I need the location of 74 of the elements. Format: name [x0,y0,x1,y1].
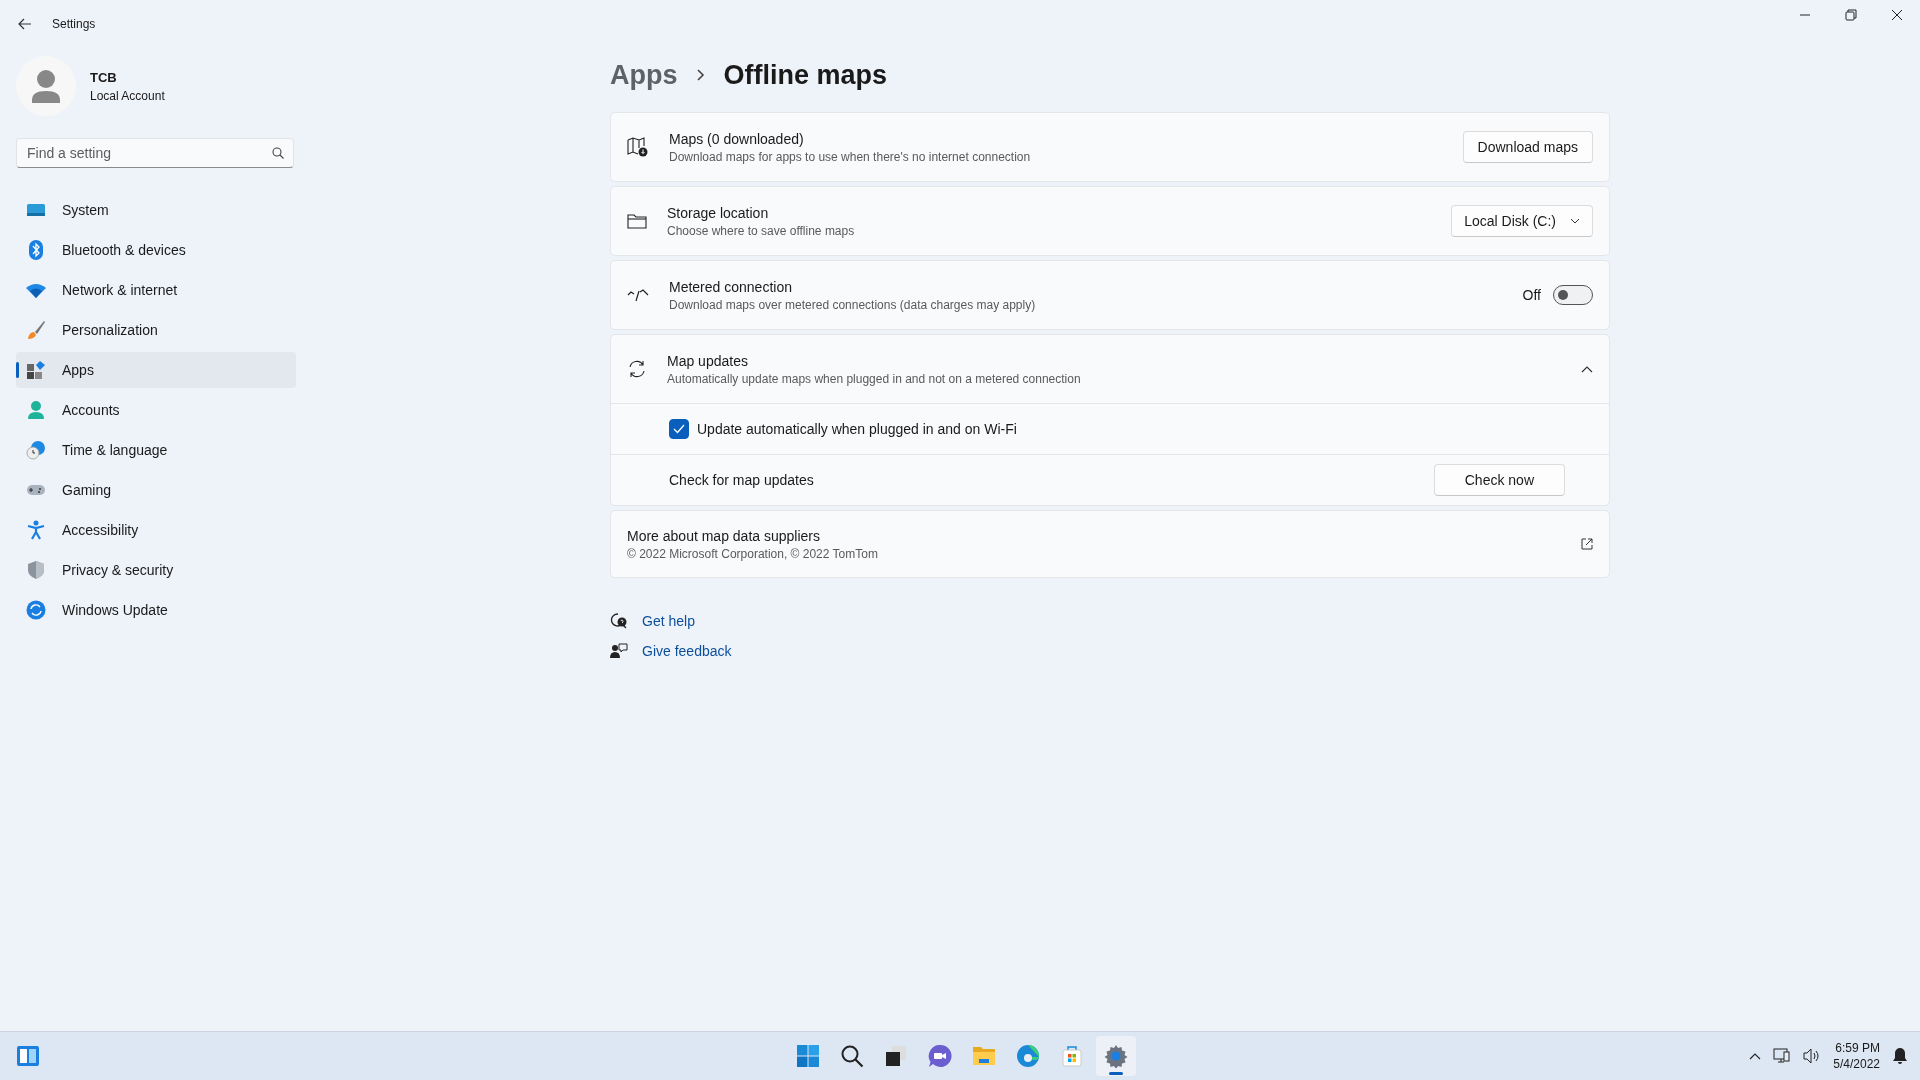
setting-description: © 2022 Microsoft Corporation, © 2022 TomTom [627,546,879,561]
nav-item[interactable]: Time & language [16,432,296,468]
nav-item[interactable]: Privacy & security [16,552,296,588]
setting-title: Maps (0 downloaded) [669,130,805,147]
chevron-up-icon[interactable] [1749,1052,1762,1060]
bell-icon[interactable] [1892,1047,1908,1065]
setting-description: Download maps over metered connections (data charges may apply) [669,297,1037,312]
search-icon [272,147,284,159]
nav-item[interactable]: Network & internet [16,272,296,308]
setting-description: Download maps for apps to use when there's no internet connection [669,149,1032,164]
breadcrumb-link[interactable]: Apps [610,59,678,91]
external-link-icon [1581,538,1593,550]
accessibility-icon [26,520,46,540]
chevron-up-icon[interactable] [1581,365,1593,373]
setting-title: Storage location [667,204,770,221]
nav-item[interactable]: Personalization [16,312,296,348]
account-type: Local Account [90,88,165,103]
person-icon [26,400,46,420]
avatar-icon [16,56,76,116]
toggle-switch[interactable] [1553,285,1593,305]
map-download-icon [627,137,649,157]
checkbox[interactable] [669,419,689,439]
sync-icon [26,600,46,620]
chevron-down-icon [1570,218,1580,224]
nav-item[interactable]: Bluetooth & devices [16,232,296,268]
checkbox-label: Update automatically when plugged in and on Wi-Fi [697,421,1017,437]
clock[interactable]: 6:59 PM 5/4/2022 [1833,1040,1880,1072]
bluetooth-icon [26,240,46,260]
back-icon[interactable] [18,18,32,30]
settings-icon [1104,1044,1128,1068]
windows-icon [796,1044,820,1068]
nav-item[interactable]: Accessibility [16,512,296,548]
shield-icon [26,560,46,580]
chat-icon [928,1044,952,1068]
account-name: TCB [90,69,118,85]
search-icon [840,1044,864,1068]
apps-icon [26,360,46,380]
feedback-icon [610,642,628,660]
setting-title: Metered connection [669,278,793,295]
network-icon[interactable] [1773,1048,1792,1064]
window-title: Settings [52,17,96,31]
sync-icon [627,359,647,379]
nav-item[interactable]: Apps [16,352,296,388]
setting-title: Map updates [667,352,749,369]
globe-clock-icon [26,440,46,460]
setting-description: Choose where to save offline maps [667,223,856,238]
toggle-state: Off [1522,287,1541,303]
setting-title: More about map data suppliers [627,527,821,544]
store-icon [1060,1044,1084,1068]
check-now-button[interactable]: Check now [1433,464,1565,496]
browser-icon [1016,1044,1040,1068]
help-icon [610,612,628,630]
settings-card[interactable]: More about map data suppliers © 2022 Microsoft Corporation, © 2022 TomTom [610,510,1610,578]
setting-title: Check for map updates [669,472,814,488]
chevron-right-icon [695,68,706,82]
brush-icon [26,320,46,340]
widgets-icon[interactable] [16,1045,40,1067]
nav-item[interactable]: Gaming [16,472,296,508]
help-link[interactable]: Give feedback [642,643,732,659]
gauge-icon [627,287,649,303]
setting-description: Automatically update maps when plugged in and not on a metered connection [667,371,1082,386]
search-field[interactable]: Find a setting [16,138,294,168]
help-link[interactable]: Get help [642,613,695,629]
checkmark-icon [673,424,685,434]
folder-icon [972,1044,996,1068]
nav-item[interactable]: Accounts [16,392,296,428]
dropdown[interactable]: Local Disk (C:) [1451,205,1593,237]
nav-item[interactable]: Windows Update [16,592,296,628]
speaker-icon[interactable] [1803,1048,1822,1064]
nav-item[interactable]: System [16,192,296,228]
page-title: Offline maps [723,59,888,91]
task-view-icon [884,1044,908,1068]
folder-icon [627,212,647,230]
download-button[interactable]: Download maps [1462,131,1593,163]
